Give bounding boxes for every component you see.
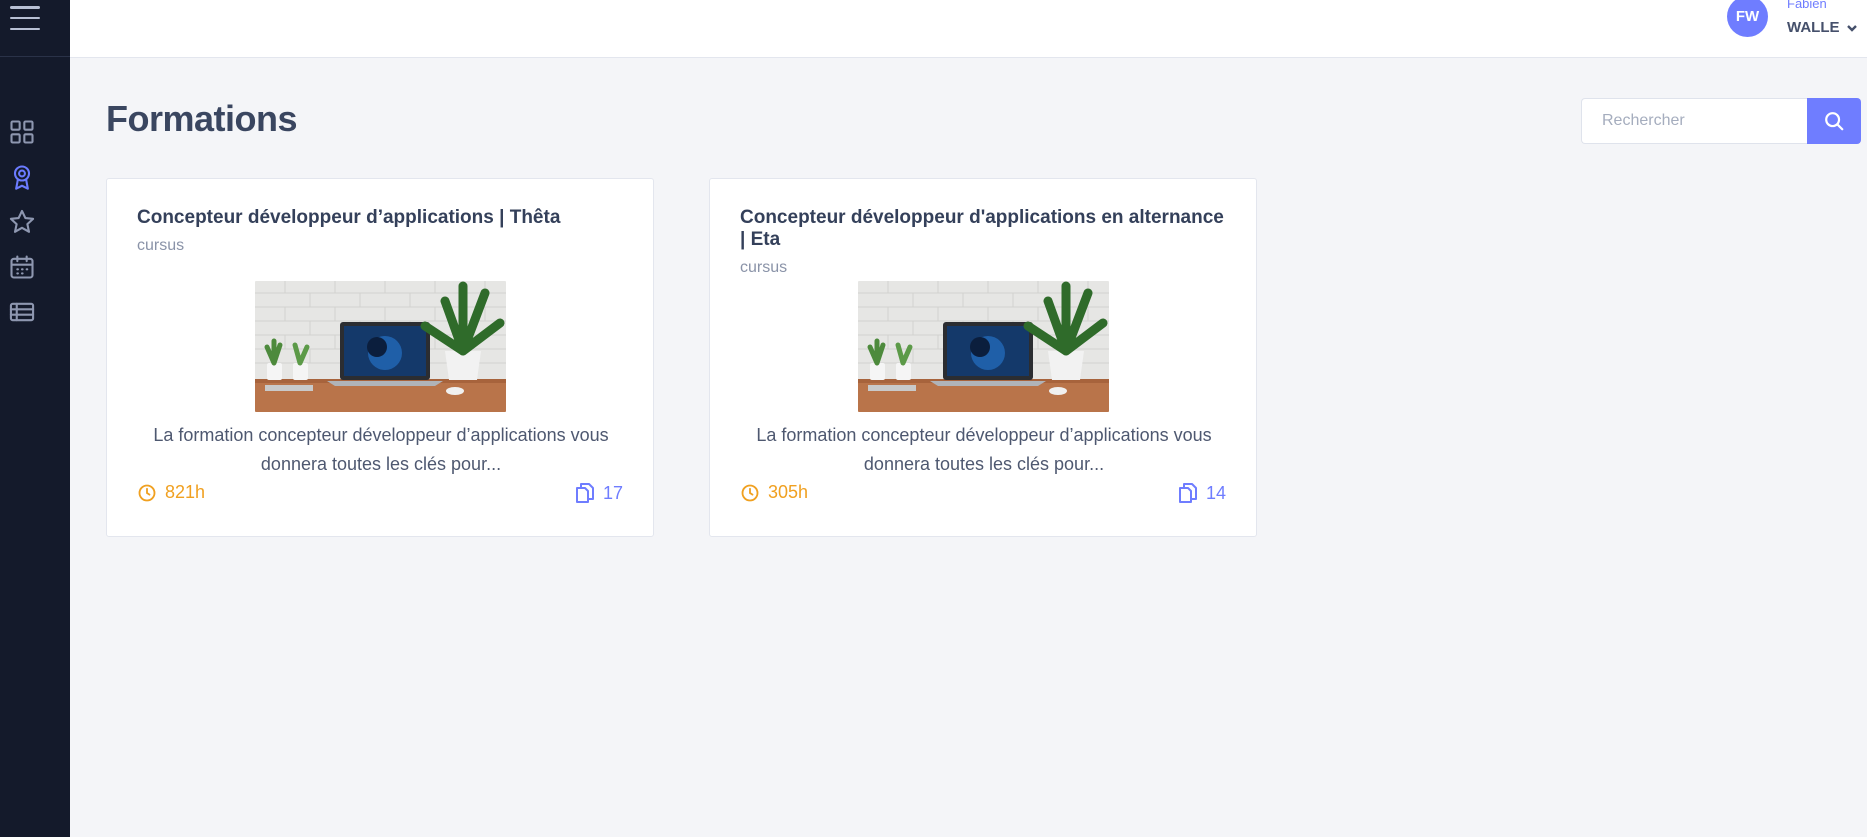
calendar-icon — [10, 255, 34, 279]
card-duration: 821h — [137, 482, 205, 503]
card-duration: 305h — [740, 482, 808, 503]
sidebar-item-formations[interactable] — [6, 161, 38, 193]
card-image — [255, 281, 506, 412]
dashboard-icon — [10, 120, 34, 144]
card-duration-value: 305h — [768, 482, 809, 502]
award-icon — [13, 165, 31, 190]
sidebar-item-list[interactable] — [6, 296, 38, 328]
clock-icon — [741, 484, 759, 501]
chevron-down-icon — [1846, 24, 1857, 32]
sidebar-item-dashboard[interactable] — [6, 116, 38, 148]
star-icon — [9, 209, 35, 233]
card-count-value: 17 — [602, 482, 623, 503]
card-title[interactable]: Concepteur développeur d’applications | … — [137, 207, 627, 229]
card-description: La formation concepteur développeur d’ap… — [153, 425, 609, 474]
documents-icon — [575, 483, 594, 503]
user-last-name: WALLE — [1787, 19, 1840, 36]
user-menu-button[interactable]: WALLE — [1787, 19, 1858, 36]
list-icon — [9, 302, 35, 322]
card-image — [858, 281, 1109, 412]
card-count-value: 14 — [1205, 482, 1226, 503]
search-bar — [1581, 98, 1861, 144]
menu-toggle-icon[interactable] — [10, 4, 40, 32]
sidebar-item-favorites[interactable] — [6, 206, 38, 238]
card-module-count: 17 — [575, 482, 623, 504]
search-icon — [1825, 112, 1844, 131]
formation-card[interactable]: Concepteur développeur d'applications en… — [709, 178, 1257, 537]
clock-icon — [138, 484, 156, 501]
card-description: La formation concepteur développeur d’ap… — [756, 425, 1212, 474]
user-avatar[interactable]: FW — [1727, 0, 1768, 37]
sidebar-divider — [0, 56, 70, 57]
card-title[interactable]: Concepteur développeur d'applications en… — [740, 207, 1230, 251]
page-title: Formations — [106, 98, 298, 139]
formation-card[interactable]: Concepteur développeur d’applications | … — [106, 178, 654, 537]
top-header: FW Fabien WALLE — [70, 0, 1867, 58]
card-type: cursus — [740, 259, 788, 276]
sidebar — [0, 0, 70, 837]
search-button[interactable] — [1807, 98, 1861, 144]
card-type: cursus — [137, 237, 185, 254]
card-module-count: 14 — [1178, 482, 1226, 504]
documents-icon — [1178, 483, 1197, 503]
user-first-name: Fabien — [1787, 0, 1827, 11]
search-input[interactable] — [1581, 98, 1807, 144]
card-duration-value: 821h — [165, 482, 206, 502]
sidebar-item-calendar[interactable] — [6, 251, 38, 283]
